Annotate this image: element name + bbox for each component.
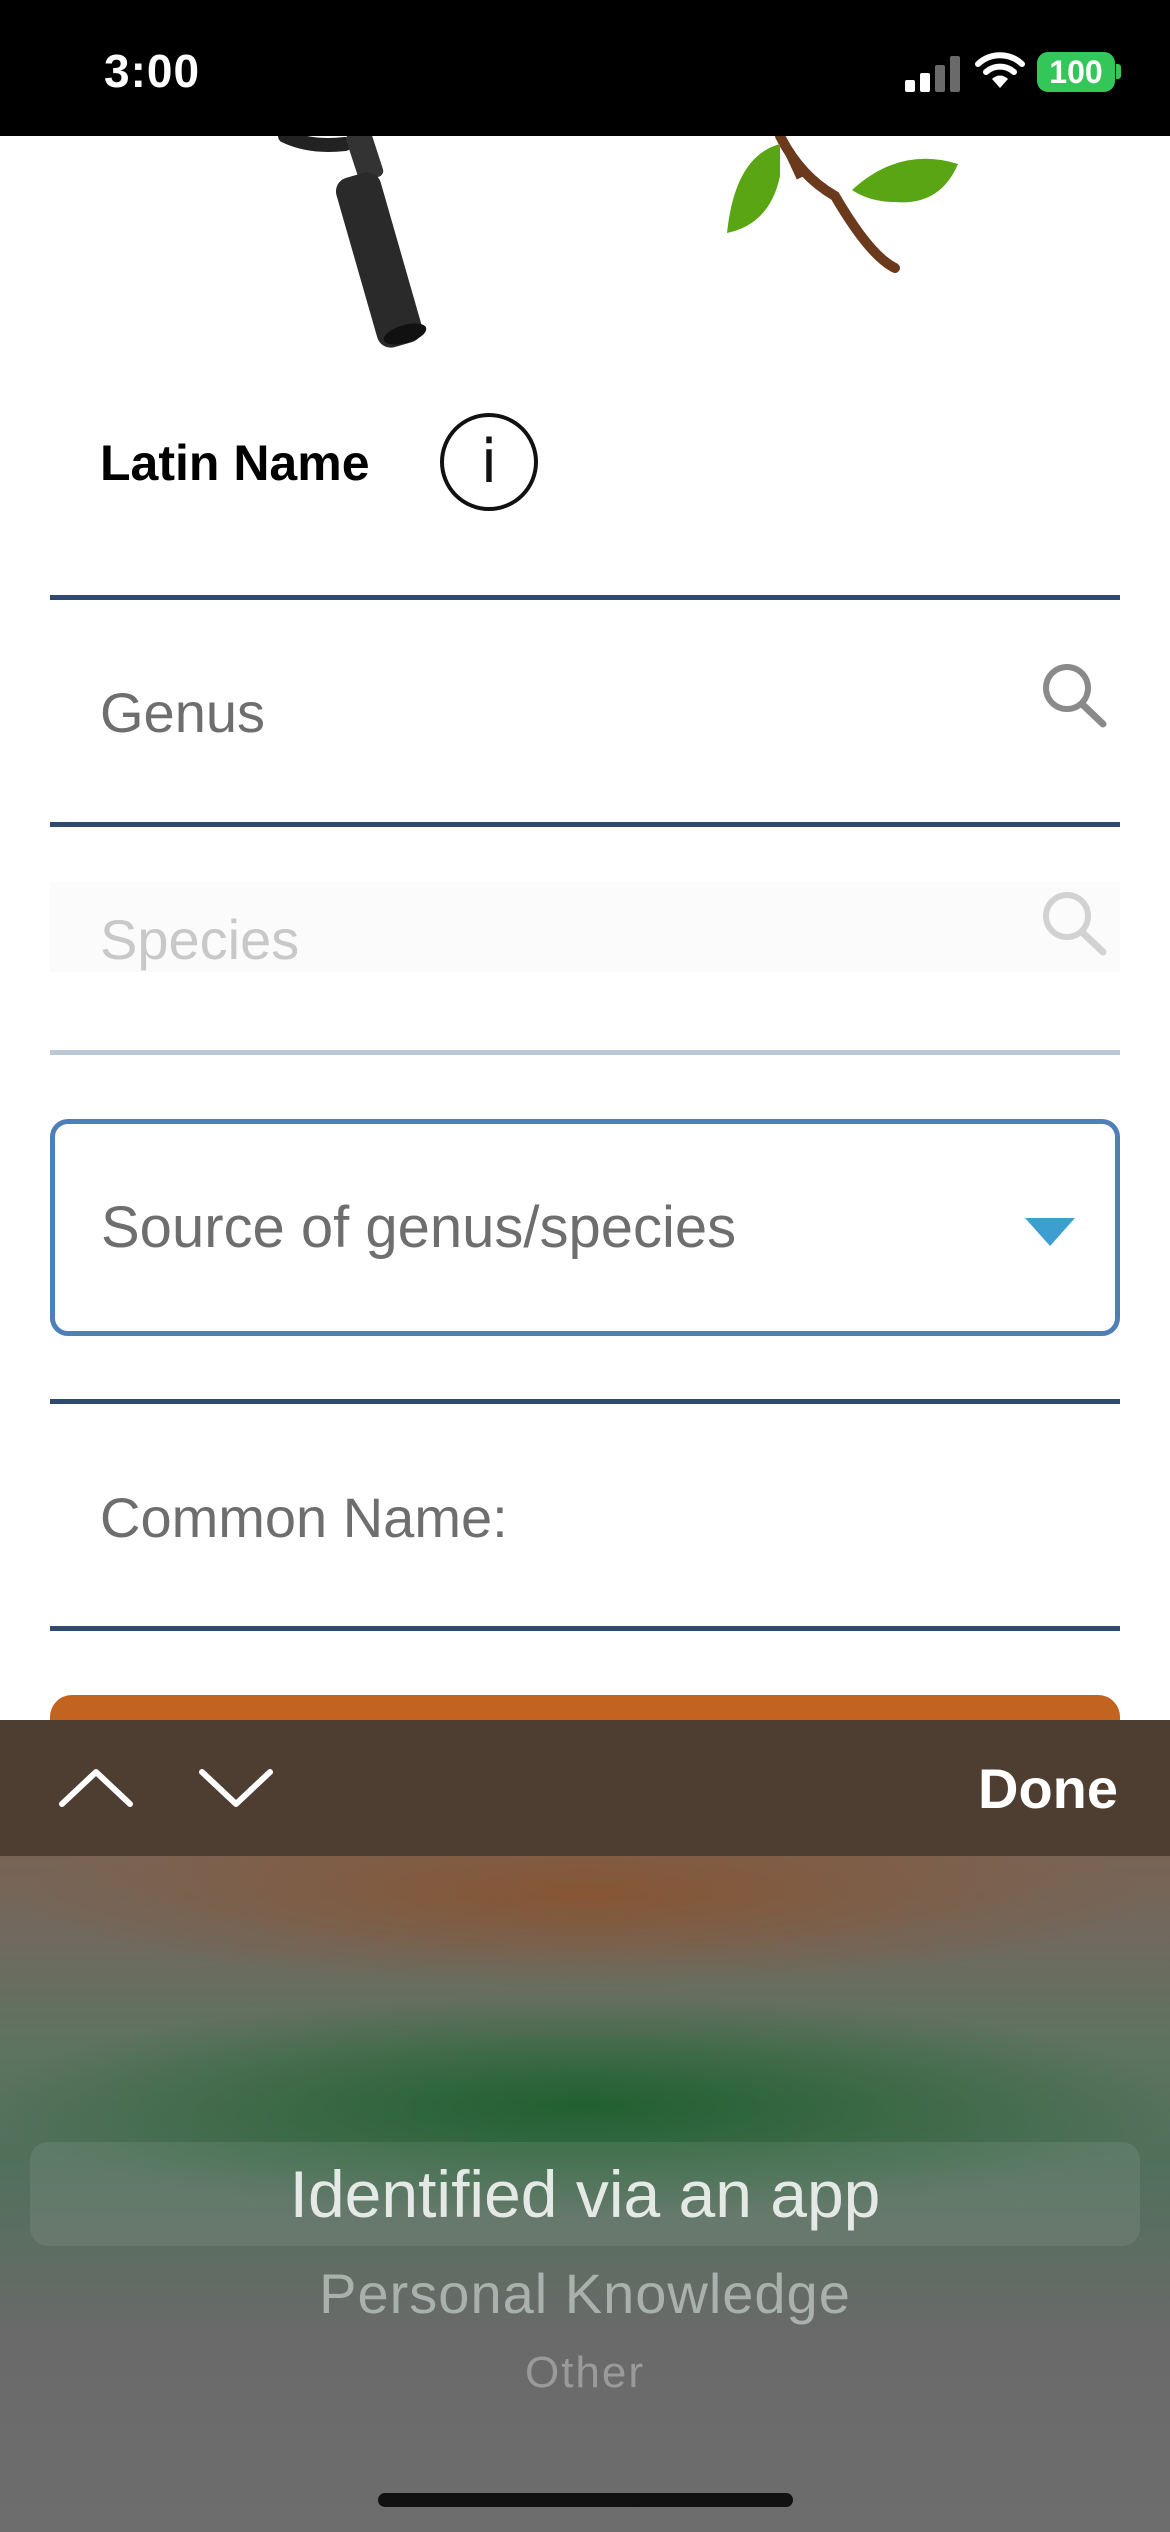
caret-down-icon: [1025, 1218, 1075, 1246]
genus-bottom-rule: [50, 822, 1120, 827]
battery-nub: [1116, 64, 1121, 79]
picker-option[interactable]: Personal Knowledge: [0, 2261, 1170, 2326]
source-dropdown-label: Source of genus/species: [101, 1195, 737, 1260]
picker-option-selected[interactable]: Identified via an app: [0, 2156, 1170, 2232]
signal-icon: [905, 56, 961, 92]
search-icon[interactable]: [1037, 888, 1111, 958]
status-time: 3:00: [104, 45, 201, 97]
chevron-up-icon[interactable]: [56, 1758, 136, 1818]
wifi-icon: [975, 52, 1025, 88]
search-icon[interactable]: [1037, 660, 1111, 730]
picker-option[interactable]: Other: [0, 2348, 1170, 2398]
latin-name-label: Latin Name: [100, 435, 370, 491]
genus-input[interactable]: Genus: [100, 680, 265, 745]
source-dropdown[interactable]: Source of genus/species: [50, 1119, 1120, 1336]
sprout-icon: [727, 136, 958, 273]
common-name-top-rule: [50, 1399, 1120, 1404]
info-icon[interactable]: i: [440, 413, 538, 511]
chevron-down-icon[interactable]: [196, 1758, 276, 1818]
done-button[interactable]: Done: [978, 1756, 1118, 1821]
common-name-input[interactable]: Common Name:: [100, 1485, 508, 1550]
magnifier-icon: [278, 136, 427, 348]
common-name-bottom-rule: [50, 1626, 1120, 1631]
source-picker-wheel[interactable]: Identified via an app Personal Knowledge…: [0, 1856, 1170, 2532]
species-input[interactable]: Species: [100, 907, 299, 972]
status-bar: 3:00 100: [0, 0, 1170, 136]
home-indicator[interactable]: [378, 2493, 793, 2507]
genus-top-rule: [50, 595, 1120, 600]
species-bottom-rule: [50, 1050, 1120, 1055]
header-illustration: [278, 136, 958, 348]
picker-toolbar: Done: [0, 1720, 1170, 1856]
battery-icon: 100: [1037, 52, 1115, 92]
